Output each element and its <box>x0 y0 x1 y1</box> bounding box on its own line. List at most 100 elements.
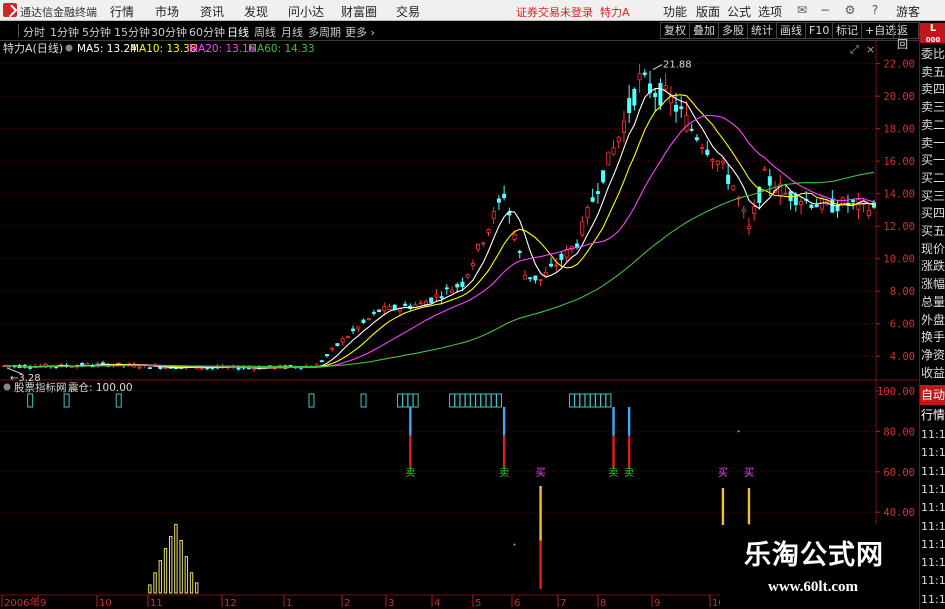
menu-wealth-circle[interactable]: 财富圈 <box>341 3 377 20</box>
candle-body <box>450 289 455 294</box>
candle-body <box>663 85 668 90</box>
side-quote-item[interactable]: 总量 <box>920 293 945 311</box>
high-price-label: 21.88 <box>663 60 692 71</box>
signal-bar-red <box>627 435 631 468</box>
signal-box <box>27 393 34 408</box>
candle-body <box>137 366 142 369</box>
candle-body <box>674 104 679 112</box>
signal-box <box>475 393 482 408</box>
overlay-button[interactable]: 叠加 <box>689 22 719 39</box>
adjust-button[interactable]: 复权 <box>660 22 690 39</box>
signal-bar-red <box>502 435 506 468</box>
side-quote-item[interactable]: 买五 <box>920 222 945 240</box>
chart-canvas[interactable]: 22.0020.0018.0016.0014.0012.0010.008.006… <box>0 41 919 609</box>
low-spike <box>174 523 178 594</box>
candle-body <box>199 367 204 370</box>
side-quote-item[interactable]: 买三 <box>920 187 945 205</box>
minimize-icon[interactable]: − <box>818 3 832 17</box>
side-quote-item[interactable]: 卖一 <box>920 134 945 152</box>
candle-body <box>345 336 350 339</box>
side-quote-item[interactable]: 收益 <box>920 364 945 382</box>
candle-body <box>642 72 647 76</box>
side-market-tab[interactable]: 行情 <box>920 405 945 425</box>
f10-button[interactable]: F10 <box>805 22 834 39</box>
watermark-title: 乐淘公式网 <box>744 540 884 571</box>
signal-box <box>469 393 476 408</box>
candle-body <box>658 82 663 106</box>
period-multi[interactable]: 多周期 <box>308 24 341 40</box>
settings-icon[interactable]: ⚙ <box>843 3 857 17</box>
side-tag[interactable]: L 000 <box>920 23 945 43</box>
period-60min[interactable]: 60分钟 <box>189 24 225 40</box>
candle-body <box>439 296 444 299</box>
menu-news[interactable]: 资讯 <box>200 3 224 20</box>
low-spike <box>148 584 152 594</box>
side-quote-item[interactable]: 涨幅 <box>920 275 945 293</box>
menu-discover[interactable]: 发现 <box>244 3 268 20</box>
candle-body <box>528 277 533 280</box>
time-tick-label: 4 <box>434 598 440 609</box>
side-auto-tab[interactable]: 自动 <box>920 385 945 405</box>
period-monthly[interactable]: 月线 <box>281 24 303 40</box>
period-5min[interactable]: 5分钟 <box>82 24 111 40</box>
menu-function[interactable]: 功能 <box>663 3 687 20</box>
menu-options[interactable]: 选项 <box>758 3 782 20</box>
side-quote-item[interactable]: 买一 <box>920 151 945 169</box>
indicator-gridlines <box>0 390 874 513</box>
indicator-dot <box>737 430 740 433</box>
side-quote-item[interactable]: 买二 <box>920 169 945 187</box>
mark-button[interactable]: 标记 <box>832 22 862 39</box>
draw-line-button[interactable]: 画线 <box>776 22 806 39</box>
low-spike <box>179 539 183 594</box>
login-warning[interactable]: 证券交易未登录 特力A <box>516 4 630 20</box>
mail-icon[interactable]: ✉ <box>795 3 809 17</box>
menu-market[interactable]: 市场 <box>155 3 179 20</box>
help-icon[interactable]: ? <box>868 3 882 17</box>
period-1min[interactable]: 1分钟 <box>50 24 79 40</box>
menu-formula[interactable]: 公式 <box>727 3 751 20</box>
time-tick-label: 12 <box>224 598 237 609</box>
side-quote-item[interactable]: 换手 <box>920 328 945 346</box>
time-tick-label: 9 <box>40 598 46 609</box>
side-quote-item[interactable]: 买四 <box>920 204 945 222</box>
menu-trade[interactable]: 交易 <box>396 3 420 20</box>
period-daily[interactable]: 日线 <box>227 24 249 40</box>
candle-body <box>580 221 585 236</box>
side-quote-item[interactable]: 外盘 <box>920 311 945 329</box>
chart-area[interactable]: 22.00 20.00 18.00 16.00 14.00 12.00 10.00 8.00 6… <box>0 41 919 609</box>
period-intraday[interactable]: 分时 <box>23 24 45 40</box>
time-tick-label: 3 <box>388 598 394 609</box>
signal-box <box>480 393 487 408</box>
ma5-legend: MA5: 13.24 <box>77 43 137 55</box>
menu-ask-xiaoda[interactable]: 问小达 <box>288 3 324 20</box>
multi-stock-button[interactable]: 多股 <box>718 22 748 39</box>
side-quote-item[interactable]: 卖五 <box>920 63 945 81</box>
time-tick-label: 8 <box>600 598 606 609</box>
side-quote-item[interactable]: 卖三 <box>920 98 945 116</box>
period-15min[interactable]: 15分钟 <box>114 24 150 40</box>
side-quote-item[interactable]: 卖二 <box>920 116 945 134</box>
high-marker-line <box>652 64 663 71</box>
sell-signal-label: 卖 <box>624 467 634 479</box>
statistics-button[interactable]: 统计 <box>747 22 777 39</box>
signal-box <box>464 393 471 408</box>
menu-bar: 通达信金融终端 行情 市场 资讯 发现 问小达 财富圈 交易 证券交易未登录 特… <box>0 0 945 21</box>
side-quote-item[interactable]: 卖四 <box>920 80 945 98</box>
period-30min[interactable]: 30分钟 <box>151 24 187 40</box>
candle-body <box>783 192 788 195</box>
menu-layout[interactable]: 版面 <box>696 3 720 20</box>
candle-body <box>100 362 105 365</box>
side-quote-item[interactable]: 涨跌 <box>920 257 945 275</box>
period-more[interactable]: 更多 › <box>345 24 375 40</box>
menu-quotes[interactable]: 行情 <box>110 3 134 20</box>
side-quote-item[interactable]: 现价 <box>920 240 945 258</box>
candle-body <box>595 191 600 194</box>
guest-user[interactable]: 游客 <box>896 3 920 20</box>
side-quote-item[interactable]: 委比 <box>920 45 945 63</box>
close-chart-icon: × <box>866 43 875 56</box>
side-quote-item[interactable]: 净资 <box>920 346 945 364</box>
signal-box <box>568 393 575 408</box>
period-weekly[interactable]: 周线 <box>254 24 276 40</box>
back-button[interactable]: 返回 <box>893 22 919 51</box>
candle-body <box>491 211 496 220</box>
